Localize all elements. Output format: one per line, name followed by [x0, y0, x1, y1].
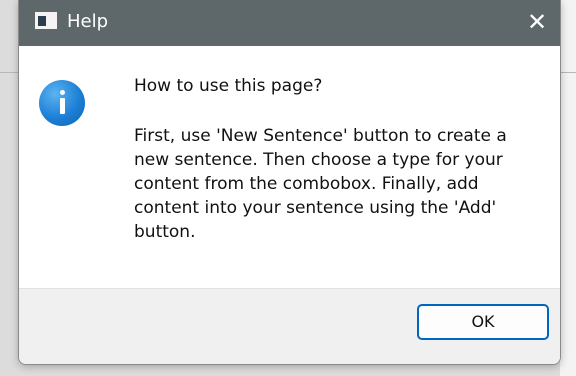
message-heading: How to use this page?	[134, 76, 323, 96]
message-line: content from the combobox. Finally, add	[134, 174, 479, 194]
info-icon-stem	[60, 98, 65, 114]
close-button[interactable]: ✕	[514, 0, 560, 46]
message-area: How to use this page? First, use 'New Se…	[19, 46, 560, 288]
background-divider	[0, 72, 18, 73]
message-line: First, use 'New Sentence' button to crea…	[134, 126, 507, 146]
message-line: button.	[134, 222, 196, 242]
message-line: content into your sentence using the 'Ad…	[134, 198, 497, 218]
dialog-title: Help	[67, 11, 109, 32]
app-window-icon	[35, 12, 57, 29]
message-body: First, use 'New Sentence' button to crea…	[134, 124, 554, 244]
button-bar: OK	[19, 288, 560, 364]
background-edge	[560, 0, 576, 376]
help-dialog: Help ✕ How to use this page? First, use …	[18, 0, 561, 365]
info-icon-dot	[60, 90, 65, 95]
info-icon	[39, 80, 85, 126]
app-window-icon-pane	[38, 16, 46, 26]
title-bar[interactable]: Help ✕	[19, 0, 560, 46]
ok-button[interactable]: OK	[417, 304, 549, 340]
message-line: new sentence. Then choose a type for you…	[134, 150, 503, 170]
